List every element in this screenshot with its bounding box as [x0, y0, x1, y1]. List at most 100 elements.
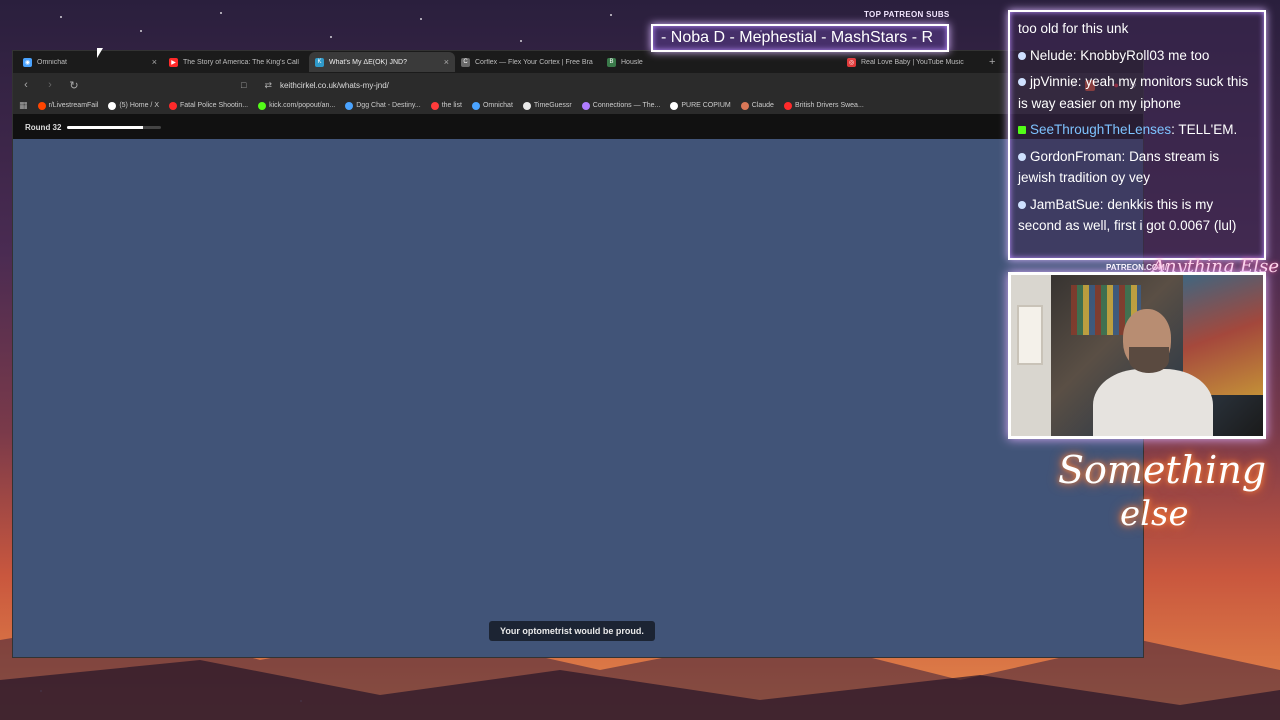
neon-line-1: Something: [1058, 448, 1267, 492]
kick-badge-icon: [1018, 126, 1026, 135]
chat-username: Nelude: [1030, 47, 1073, 63]
bookmark-item[interactable]: TimeGuessr: [522, 101, 572, 110]
chat-username: JamBatSue: [1030, 196, 1100, 212]
tab-2[interactable]: K What's My ΔE(OK) JND? ×: [309, 52, 455, 72]
bookmark-label: Claude: [751, 102, 774, 109]
tab-title: What's My ΔE(OK) JND?: [329, 58, 407, 66]
tab-title: Corflex — Flex Your Cortex | Free Bra: [475, 58, 593, 66]
bookmark-item[interactable]: Connections — The...: [581, 101, 661, 110]
round-progress-bar: [67, 125, 162, 129]
chat-username: SeeThroughTheLenses: [1030, 122, 1172, 137]
bookmark-favicon-icon: [581, 101, 590, 110]
tab-1[interactable]: ▶ The Story of America: The King's Call: [163, 52, 309, 72]
bookmark-label: Fatal Police Shootin...: [180, 102, 249, 109]
tab-title: Omnichat: [37, 58, 67, 66]
neon-line-2: else: [1120, 494, 1189, 534]
bookmark-item[interactable]: (5) Home / X: [108, 101, 159, 110]
site-settings-icon[interactable]: ⇄: [264, 80, 272, 91]
tab-5[interactable]: ◎ Real Love Baby | YouTube Music: [841, 52, 981, 72]
bookmark-label: PURE COPIUM: [681, 102, 731, 109]
bookmark-icon[interactable]: □: [241, 80, 246, 90]
tab-4[interactable]: B Housle: [601, 52, 741, 72]
chat-username: GordonFroman: [1030, 148, 1122, 164]
bookmark-item[interactable]: kick.com/popout/an...: [258, 101, 336, 110]
bookmark-label: Connections — The...: [592, 102, 661, 109]
bookmark-favicon-icon: [258, 101, 267, 110]
platform-badge-icon: [1018, 51, 1026, 60]
chat-panel: too old for this unk Nelude: KnobbyRoll03…: [1008, 10, 1266, 260]
tab-favicon-icon: K: [315, 57, 324, 67]
bookmark-item[interactable]: Omnichat: [471, 101, 513, 110]
chat-message: GordonFroman: Dans stream is jewish trad…: [1018, 146, 1256, 189]
tab-favicon-icon: ◎: [847, 57, 856, 67]
tab-favicon-icon: B: [607, 57, 616, 67]
bookmark-favicon-icon: [783, 101, 792, 110]
tab-favicon-icon: ▶: [169, 57, 178, 67]
platform-badge-icon: [1018, 152, 1026, 161]
chat-message: Nelude: KnobbyRoll03 me too: [1018, 45, 1256, 67]
platform-badge-icon: [1018, 78, 1026, 87]
bookmarks-bar: ▦ r/LivestreamFail (5) Home / X Fatal Poli…: [13, 97, 1143, 115]
browser-window: ◉ Omnichat × ▶ The Story of America: The Kin…: [12, 50, 1144, 658]
round-label: Round 32: [25, 122, 62, 132]
chat-message: SeeThroughTheLenses: TELL'EM.: [1018, 119, 1256, 141]
forward-icon[interactable]: ›: [43, 79, 57, 91]
bookmark-favicon-icon: [37, 101, 46, 110]
chat-message: jpVinnie: yeah my monitors suck this is …: [1018, 71, 1256, 114]
feedback-toast: Your optometrist would be proud.: [489, 621, 655, 641]
new-tab-button[interactable]: +: [989, 56, 995, 68]
patreon-subs-ticker: - Noba D - Mephestial - MashStars - R: [651, 24, 949, 52]
tab-favicon-icon: ◉: [23, 57, 32, 67]
bookmark-label: TimeGuessr: [533, 102, 572, 109]
platform-badge-icon: [1018, 200, 1026, 209]
bookmark-favicon-icon: [108, 101, 117, 110]
chat-text: KnobbyRoll03 me too: [1080, 47, 1210, 63]
tab-close-icon[interactable]: ×: [152, 57, 157, 67]
top-patreon-subs-label: TOP PATREON SUBS: [864, 10, 950, 19]
tab-3[interactable]: C Corflex — Flex Your Cortex | Free Bra: [455, 52, 601, 72]
bookmark-label: r/LivestreamFail: [48, 102, 99, 109]
bookmark-item[interactable]: Fatal Police Shootin...: [169, 101, 249, 110]
mouse-cursor: [97, 48, 103, 58]
chat-message: too old for this unk: [1018, 18, 1256, 40]
address-bar[interactable]: ⇄ keithcirkel.co.uk/whats-my-jnd/ ↗: [256, 76, 1103, 94]
chat-username: jpVinnie: [1030, 74, 1078, 89]
tab-0[interactable]: ◉ Omnichat ×: [17, 52, 163, 72]
chat-separator: :: [1121, 148, 1130, 164]
bookmark-favicon-icon: [169, 101, 177, 110]
tab-favicon-icon: C: [461, 57, 470, 67]
bookmark-label: Omnichat: [482, 102, 513, 109]
browser-toolbar: ‹ › ↻ □ ⇄ keithcirkel.co.uk/whats-my-jnd…: [13, 73, 1143, 97]
back-icon[interactable]: ‹: [19, 79, 33, 91]
bookmark-item[interactable]: PURE COPIUM: [670, 101, 731, 110]
bookmark-item[interactable]: Dgg Chat - Destiny...: [345, 101, 421, 110]
color-test-area[interactable]: Your optometrist would be proud.: [13, 139, 1143, 657]
chat-text: too old for this unk: [1018, 21, 1129, 36]
tab-close-icon[interactable]: ×: [444, 57, 449, 67]
bookmark-item[interactable]: Claude: [740, 101, 774, 110]
tab-title: The Story of America: The King's Call: [183, 58, 299, 66]
bookmark-item[interactable]: British Drivers Swea...: [783, 101, 864, 110]
bookmark-favicon-icon: [471, 101, 480, 110]
something-else-neon-sign: Something else: [1058, 448, 1266, 548]
bookmark-favicon-icon: [670, 101, 679, 110]
bookmark-favicon-icon: [740, 101, 749, 110]
bookmark-label: the list: [441, 102, 462, 109]
bookmark-item[interactable]: r/LivestreamFail: [37, 101, 99, 110]
bookmark-label: Dgg Chat - Destiny...: [356, 102, 421, 109]
bookmark-item[interactable]: the list: [430, 101, 462, 110]
bookmark-favicon-icon: [522, 101, 531, 110]
reload-icon[interactable]: ↻: [67, 79, 81, 92]
webcam-feed: [1008, 272, 1266, 439]
bookmark-favicon-icon: [430, 101, 439, 110]
bookmark-favicon-icon: [345, 101, 354, 110]
tab-title: Real Love Baby | YouTube Music: [861, 58, 964, 66]
bookmark-label: (5) Home / X: [119, 102, 159, 109]
bookmark-label: kick.com/popout/an...: [269, 102, 336, 109]
chat-text: TELL'EM.: [1178, 122, 1238, 137]
address-url[interactable]: keithcirkel.co.uk/whats-my-jnd/: [280, 81, 1062, 90]
bookmark-label: British Drivers Swea...: [794, 102, 864, 109]
apps-grid-icon[interactable]: ▦: [19, 100, 28, 111]
tab-bar: ◉ Omnichat × ▶ The Story of America: The Kin…: [13, 51, 1143, 73]
chat-message: JamBatSue: denkkis this is my second as …: [1018, 194, 1256, 237]
